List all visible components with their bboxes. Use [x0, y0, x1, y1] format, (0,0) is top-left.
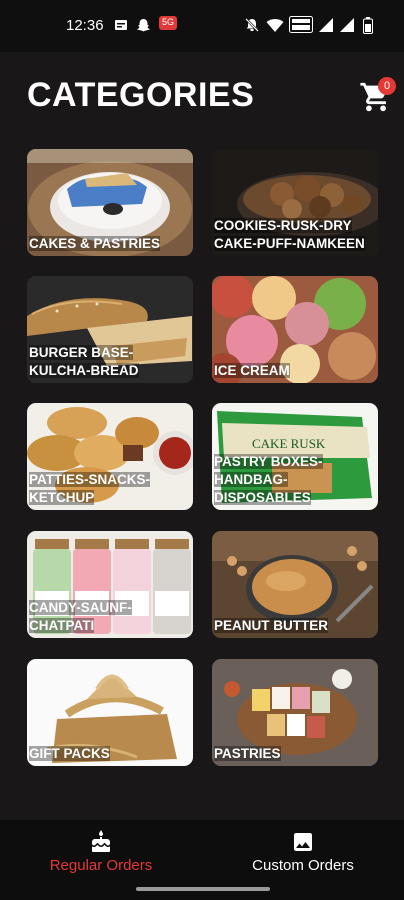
app-header: CATEGORIES — [0, 52, 404, 140]
battery-icon — [363, 16, 373, 34]
tab-custom-orders[interactable]: Custom Orders — [202, 820, 404, 886]
category-card-cakes-pastries[interactable]: CAKES & PASTRIES — [27, 149, 193, 256]
category-label: PASTRIES — [214, 746, 281, 761]
tab-regular-orders[interactable]: Regular Orders — [0, 820, 202, 886]
category-label: COOKIES-RUSK-DRY CAKE-PUFF-NAMKEEN — [214, 218, 365, 251]
category-label: BURGER BASE-KULCHA-BREAD — [29, 345, 139, 378]
category-label: GIFT PACKS — [29, 746, 110, 761]
category-card-gift-packs[interactable]: GIFT PACKS — [27, 659, 193, 766]
category-label: PATTIES-SNACKS-KETCHUP — [29, 472, 150, 505]
signal-icon — [318, 17, 334, 33]
message-icon — [114, 17, 128, 33]
status-time: 12:36 — [66, 17, 104, 34]
category-card-pastry-boxes[interactable]: CAKE RUSK PASTRY BOXES-HANDBAG-DISPOSABL… — [212, 403, 378, 510]
category-card-patties[interactable]: PATTIES-SNACKS-KETCHUP — [27, 403, 193, 510]
page-title: CATEGORIES — [27, 76, 255, 114]
category-label: CANDY-SAUNF-CHATPATI — [29, 600, 132, 633]
gesture-home-bar[interactable] — [136, 887, 270, 891]
signal-icon-2 — [339, 17, 355, 33]
category-label: PASTRY BOXES-HANDBAG-DISPOSABLES — [214, 454, 323, 505]
category-label: CAKES & PASTRIES — [29, 236, 161, 251]
category-label: ICE CREAM — [214, 363, 290, 378]
category-card-ice-cream[interactable]: ICE CREAM — [212, 276, 378, 383]
category-card-candy[interactable]: CANDY-SAUNF-CHATPATI — [27, 531, 193, 638]
tab-label: Regular Orders — [49, 857, 153, 874]
rusk-package-text: CAKE RUSK — [252, 436, 326, 451]
volte-icon — [289, 15, 313, 33]
category-card-cookies[interactable]: COOKIES-RUSK-DRY CAKE-PUFF-NAMKEEN — [212, 149, 378, 256]
cake-icon — [92, 830, 110, 852]
cart-count-badge: 0 — [378, 77, 396, 95]
app-badge-icon: 5G — [158, 15, 178, 31]
tab-label: Custom Orders — [252, 857, 354, 874]
app-badge-text: 5G — [162, 17, 175, 27]
status-bar: 12:36 5G — [0, 0, 404, 52]
category-card-pastries[interactable]: PASTRIES — [212, 659, 378, 766]
mute-icon — [244, 17, 260, 33]
wifi-icon — [266, 17, 284, 33]
snapchat-icon — [136, 17, 151, 33]
category-card-burger-base[interactable]: BURGER BASE-KULCHA-BREAD — [27, 276, 193, 383]
category-card-peanut-butter[interactable]: PEANUT BUTTER — [212, 531, 378, 638]
category-label: PEANUT BUTTER — [214, 618, 328, 633]
image-icon — [294, 833, 312, 851]
